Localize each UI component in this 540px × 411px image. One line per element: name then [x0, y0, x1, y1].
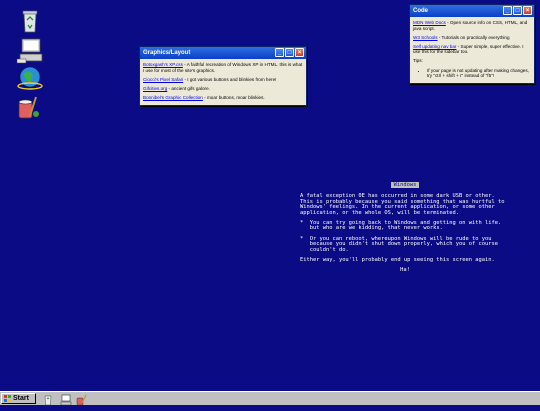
start-button[interactable]: Start	[1, 393, 36, 404]
close-button[interactable]: ×	[523, 6, 532, 15]
tips-label: Tips:	[413, 58, 423, 64]
close-button[interactable]: ×	[295, 48, 304, 57]
paint-icon[interactable]	[76, 393, 88, 406]
bsod-bullet: * You can try going back to Windows and …	[300, 220, 502, 232]
taskbar: Start	[0, 391, 540, 406]
resource-link[interactable]: Botoxgash's XP.css	[143, 62, 183, 67]
recycle-bin-icon[interactable]	[14, 8, 46, 36]
maximize-button[interactable]: □	[513, 6, 522, 15]
resource-item: MDN Web Docs - Open source info on CSS, …	[413, 20, 528, 31]
window-content: MDN Web Docs - Open source info on CSS, …	[410, 17, 534, 82]
window-titlebar[interactable]: Graphics/Layout _ □ ×	[140, 47, 306, 59]
resource-link[interactable]: MDN Web Docs	[413, 20, 446, 25]
resource-link[interactable]: Gifcities.org	[143, 86, 167, 91]
resource-link[interactable]: Self updating nav bar	[413, 44, 456, 49]
window-titlebar[interactable]: Code _ □ ×	[410, 5, 534, 17]
code-window: Code _ □ × MDN Web Docs - Open source in…	[409, 4, 535, 84]
windows-logo-icon	[4, 395, 11, 402]
resource-item: Botoxgash's XP.css - A faithful recreati…	[143, 62, 303, 73]
resource-link[interactable]: Bonnibel's Graphic Collection	[143, 95, 203, 100]
my-computer-icon[interactable]	[14, 37, 46, 65]
bsod-header: Windows	[390, 182, 420, 188]
bsod-footer: Ha!	[400, 267, 410, 274]
resource-link[interactable]: W3 Schools	[413, 35, 438, 40]
resource-item: Self updating nav bar - Super simple, su…	[413, 43, 524, 55]
bsod-bullet: * Or you can reboot, whereupon Windows w…	[300, 235, 498, 253]
bsod-paragraph: Either way, you'll probably end up seein…	[300, 257, 495, 264]
paint-icon[interactable]	[14, 94, 46, 122]
my-computer-icon[interactable]	[60, 393, 72, 406]
minimize-button[interactable]: _	[503, 6, 512, 15]
recycle-bin-icon[interactable]	[42, 393, 54, 406]
start-label: Start	[13, 395, 29, 402]
minimize-button[interactable]: _	[275, 48, 284, 57]
maximize-button[interactable]: □	[285, 48, 294, 57]
window-title: Code	[413, 8, 428, 14]
resource-item: Bonnibel's Graphic Collection - moar but…	[143, 94, 265, 100]
tips-list: If your page is not updating after makin…	[413, 68, 531, 79]
bsod-paragraph: A fatal exception 0E has occurred in som…	[300, 193, 508, 216]
internet-explorer-icon[interactable]	[14, 64, 46, 92]
window-content: Botoxgash's XP.css - A faithful recreati…	[140, 59, 306, 107]
resource-item: Gifcities.org - ancient gifs galore.	[143, 85, 210, 91]
window-title: Graphics/Layout	[143, 50, 191, 56]
graphics-layout-window: Graphics/Layout _ □ × Botoxgash's XP.css…	[139, 46, 307, 106]
resource-item: W3 Schools - Tutorials on practically ev…	[413, 34, 510, 40]
tip-item: If your page is not updating after makin…	[427, 68, 531, 79]
bsod-message: Windows A fatal exception 0E has occurre…	[300, 182, 510, 274]
resource-item: Ciocci's Pixel Safari - I got various bu…	[143, 76, 277, 82]
resource-link[interactable]: Ciocci's Pixel Safari	[143, 77, 183, 82]
